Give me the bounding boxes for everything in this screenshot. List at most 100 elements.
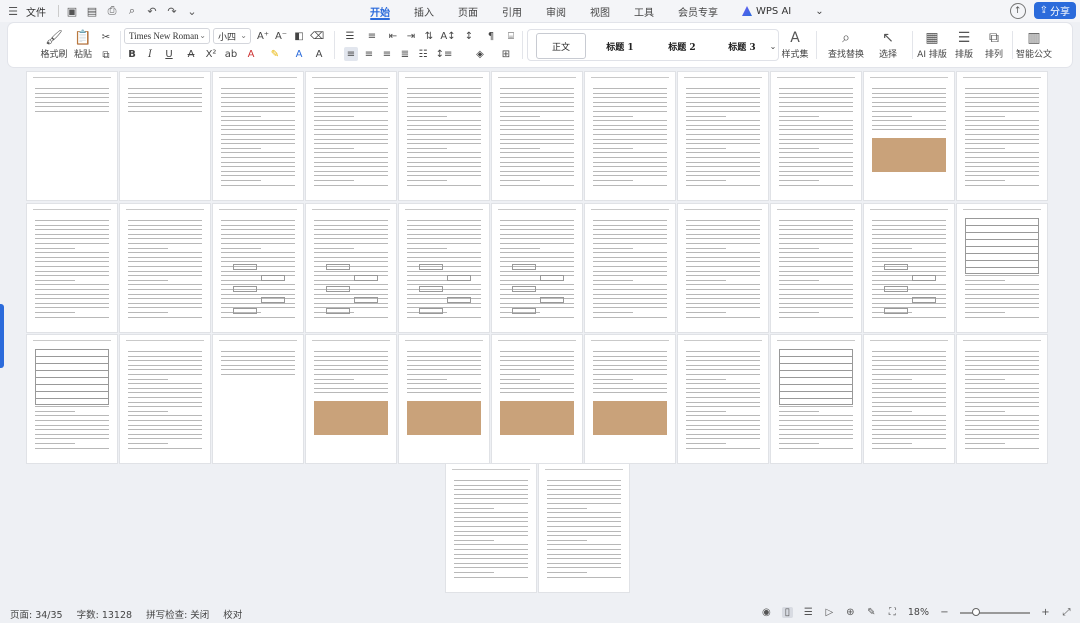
text-line [872,243,946,244]
text-line [547,562,621,564]
page-thumbnail[interactable] [120,72,210,200]
page-thumbnail[interactable] [864,72,954,200]
text-line [407,247,447,249]
text-line [221,97,295,99]
page-header-rule [684,209,762,210]
page-thumbnail[interactable] [120,204,210,332]
page-view-icon[interactable]: ▯ [781,607,793,618]
page-thumbnail[interactable] [27,204,117,332]
text-line [128,360,202,362]
text-line [221,351,295,352]
page-thumbnail[interactable] [957,335,1047,463]
word-count[interactable]: 字数: 13128 [77,607,132,621]
page-thumbnail[interactable] [539,464,629,592]
page-thumbnail[interactable] [306,335,396,463]
page-thumbnail[interactable] [306,72,396,200]
text-line [779,443,819,444]
text-line [221,120,295,122]
text-line [221,256,295,258]
text-line [128,270,202,272]
page-thumbnail[interactable] [213,204,303,332]
zoom-out-icon[interactable]: − [939,607,950,618]
text-line [593,307,667,309]
page-thumbnail[interactable] [399,335,489,463]
text-line [221,180,261,181]
text-line [314,166,388,168]
web-view-icon[interactable]: ⊕ [845,607,856,618]
page-thumbnail[interactable] [306,204,396,332]
diagram-node [540,275,564,281]
text-line [128,374,202,375]
zoom-slider-knob[interactable] [972,607,980,616]
text-line [314,129,388,131]
text-line [779,275,853,277]
fit-page-icon[interactable]: ⛶ [887,607,898,618]
text-line [779,298,853,300]
text-line [221,233,295,235]
text-line [779,97,853,99]
page-thumbnail[interactable] [585,72,675,200]
text-line [547,489,621,491]
text-line [872,355,946,357]
page-thumbnail[interactable] [957,72,1047,200]
page-thumbnail[interactable] [864,335,954,463]
page-thumbnail[interactable] [120,335,210,463]
page-thumbnail[interactable] [585,204,675,332]
play-icon[interactable]: ▷ [824,607,835,618]
page-thumbnail[interactable] [957,204,1047,332]
text-line [965,111,1039,112]
eye-icon[interactable]: ◉ [761,607,772,618]
page-thumbnail[interactable] [399,72,489,200]
text-line [872,316,946,318]
text-line [128,438,202,440]
page-thumbnail[interactable] [771,72,861,200]
zoom-level[interactable]: 18% [908,607,929,618]
page-header-rule [405,209,483,210]
proofread-button[interactable]: 校对 [223,607,242,621]
text-line [454,526,528,527]
text-line [407,170,481,172]
text-line [872,420,946,421]
page-header-rule [33,209,111,210]
text-line [779,157,853,158]
page-thumbnail[interactable] [492,72,582,200]
text-line [500,364,574,366]
zoom-slider[interactable] [960,607,1030,616]
page-thumbnail[interactable] [678,72,768,200]
page-thumbnail[interactable] [446,464,536,592]
text-line [407,392,481,394]
text-line [314,111,388,112]
zoom-in-icon[interactable]: + [1040,607,1051,618]
text-line [500,383,574,385]
text-line [965,387,1039,389]
text-line [407,115,447,117]
page-thumbnail[interactable] [492,204,582,332]
fullscreen-icon[interactable]: ⤢ [1061,607,1072,618]
page-thumbnail[interactable] [678,204,768,332]
table-block [35,349,109,405]
page-thumbnail[interactable] [213,335,303,463]
page-indicator[interactable]: 页面: 34/35 [10,607,63,621]
text-line [35,229,109,231]
page-thumbnail[interactable] [771,204,861,332]
side-panel-handle[interactable] [0,304,4,368]
page-thumbnail[interactable] [399,204,489,332]
page-thumbnail[interactable] [27,335,117,463]
page-thumbnail[interactable] [864,204,954,332]
spell-check-status[interactable]: 拼写检查: 关闭 [146,607,209,621]
page-header-rule [591,77,669,78]
text-line [686,355,760,357]
page-thumbnail[interactable] [213,72,303,200]
page-thumbnail[interactable] [771,335,861,463]
pen-icon[interactable]: ✎ [866,607,877,618]
text-line [454,498,528,500]
text-line [872,374,946,375]
page-thumbnail[interactable] [585,335,675,463]
page-thumbnail[interactable] [27,72,117,200]
page-thumbnail[interactable] [492,335,582,463]
text-line [872,233,946,235]
outline-view-icon[interactable]: ☰ [803,607,814,618]
text-line [779,429,853,431]
text-line [35,220,109,221]
page-thumbnail[interactable] [678,335,768,463]
